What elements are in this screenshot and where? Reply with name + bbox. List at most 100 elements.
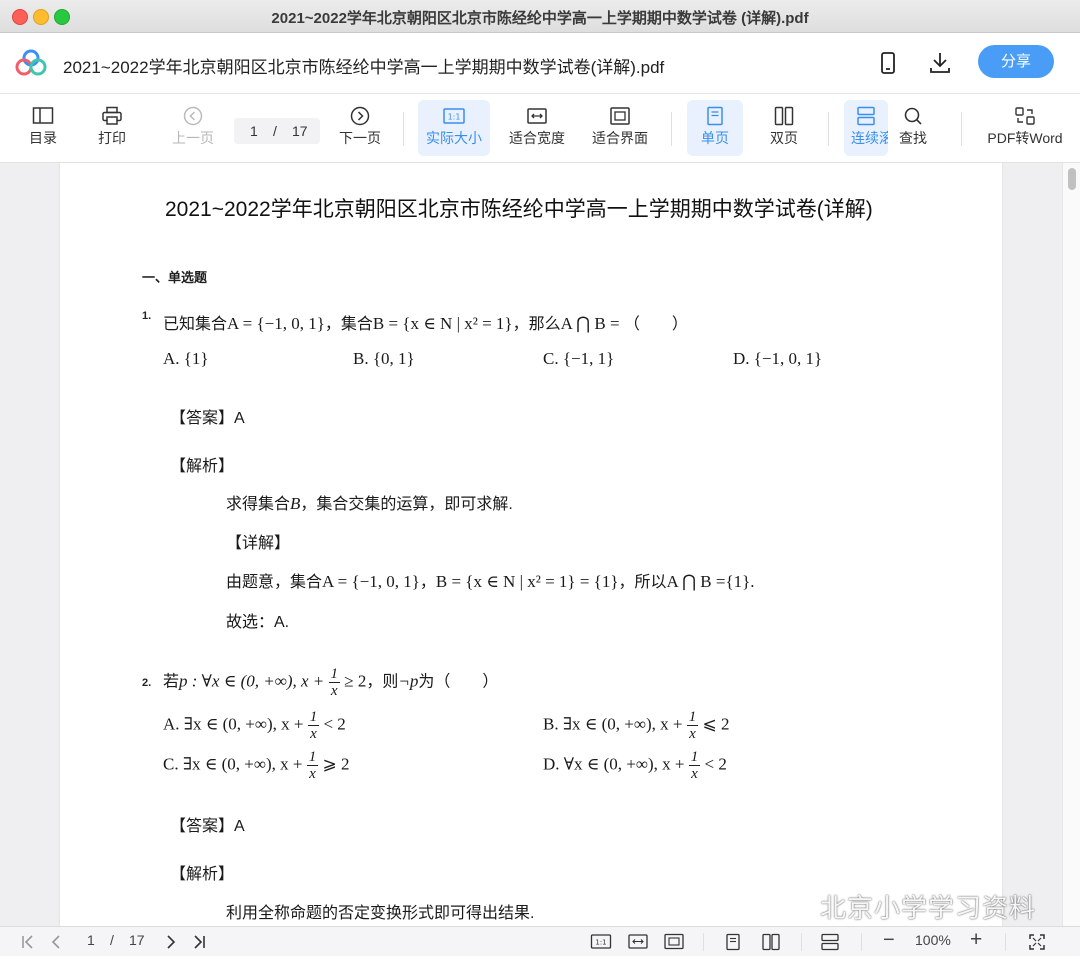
pdf-to-word-label: PDF转Word [987,130,1063,146]
question-number: 1. [142,310,152,322]
double-page-icon[interactable] [761,933,781,951]
question-number: 2. [142,677,152,689]
fullscreen-icon[interactable] [1028,933,1046,951]
chevron-right-icon[interactable] [163,934,179,950]
fraction: 1x [686,709,699,742]
question-2-stem: 若p : ∀x ∈ (0, +∞), x + 1x ≥ 2，则¬p为（ ） [163,666,499,699]
answer: 【答案】A [170,410,245,427]
printer-icon [102,106,122,125]
fit-page-icon [610,107,630,125]
analysis-heading: 【解析】 [170,866,235,883]
option-d: D. ∀x ∈ (0, +∞), x + 1x < 2 [543,749,727,782]
app-logo-icon [14,48,48,78]
toc-button[interactable]: 目录 [20,100,66,156]
double-page-button[interactable]: 双页 [758,100,810,156]
continuous-scroll-button[interactable]: 连续滚 [844,100,888,156]
fraction: 1x [328,666,340,699]
page-number-input[interactable]: 1 / 17 [234,118,320,144]
document-title: 2021~2022学年北京朝阳区北京市陈经纶中学高一上学期期中数学试卷(详解).… [63,58,665,77]
share-button[interactable]: 分享 [978,45,1054,78]
actual-size-button[interactable]: 1:1 实际大小 [418,100,490,156]
option-a: A. ∃x ∈ (0, +∞), x + 1x < 2 [163,709,346,742]
print-button[interactable]: 打印 [89,100,135,156]
convert-icon [1015,107,1035,125]
fit-width-icon[interactable] [627,933,649,950]
option-a: A. {1} [163,349,209,368]
svg-text:1:1: 1:1 [595,939,606,947]
first-page-icon[interactable] [20,934,36,950]
chevron-left-circle-icon [183,106,203,126]
find-button[interactable]: 查找 [888,100,938,156]
next-page-button[interactable]: 下一页 [334,100,386,156]
single-page-icon[interactable] [724,933,742,951]
total-pages: 17 [292,123,308,139]
detail-heading: 【详解】 [226,535,291,552]
actual-size-icon[interactable]: 1:1 [590,933,612,950]
zoom-out-button[interactable]: − [883,929,895,952]
svg-text:1:1: 1:1 [448,113,461,122]
continuous-scroll-icon[interactable] [820,933,840,951]
status-page-separator: / [110,932,114,948]
toc-icon [32,107,54,124]
zoom-level[interactable]: 100% [915,932,951,948]
last-page-icon[interactable] [191,934,207,950]
zoom-in-button[interactable]: + [970,928,982,952]
fit-width-label: 适合宽度 [509,130,565,146]
chevron-left-icon[interactable] [48,934,64,950]
actual-size-icon: 1:1 [443,108,465,124]
option-c: C. ∃x ∈ (0, +∞), x + 1x ⩾ 2 [163,749,350,782]
choose-text: 故选：A. [226,614,290,631]
fit-width-button[interactable]: 适合宽度 [505,100,569,156]
toc-label: 目录 [29,130,57,146]
fit-page-icon[interactable] [663,933,685,950]
download-icon[interactable] [925,48,955,78]
watermark-text: 北京小学学习资料 [820,893,1037,923]
document-viewport[interactable]: 2021~2022学年北京朝阳区北京市陈经纶中学高一上学期期中数学试卷(详解) … [0,163,1080,926]
continuous-scroll-label: 连续滚 [851,130,888,146]
option-d: D. {−1, 0, 1} [733,349,823,368]
status-divider [801,933,802,951]
toolbar: 目录 打印 上一页 1 / 17 下一页 1:1 实际大小 适合宽度 适合界面 … [0,94,1080,163]
question-1-stem: 已知集合A = {−1, 0, 1}，集合B = {x ∈ N | x² = 1… [163,314,688,333]
analysis-text: 求得集合B，集合交集的运算，即可求解. [226,494,513,513]
fit-page-button[interactable]: 适合界面 [588,100,652,156]
detail-text: 由题意，集合A = {−1, 0, 1}，B = {x ∈ N | x² = 1… [226,572,755,591]
pdf-to-word-button[interactable]: PDF转Word [984,100,1066,156]
option-b: B. ∃x ∈ (0, +∞), x + 1x ⩽ 2 [543,709,730,742]
prev-page-button[interactable]: 上一页 [166,100,220,156]
status-bar: 1 / 17 1:1 − 100% + [0,926,1080,956]
status-divider [1005,933,1006,951]
answer: 【答案】A [170,818,245,835]
print-label: 打印 [98,130,126,146]
status-current-page[interactable]: 1 [87,932,95,948]
continuous-scroll-icon [857,106,875,126]
vertical-scrollbar[interactable] [1062,163,1080,926]
double-page-icon [774,106,794,126]
single-page-icon [707,106,723,126]
actual-size-label: 实际大小 [426,130,482,146]
status-total-pages: 17 [129,932,145,948]
pdf-page: 2021~2022学年北京朝阳区北京市陈经纶中学高一上学期期中数学试卷(详解) … [60,163,1002,926]
section-heading: 一、单选题 [142,270,208,285]
fit-width-icon [527,108,547,124]
double-page-label: 双页 [770,130,798,146]
single-page-button[interactable]: 单页 [687,100,743,156]
option-c: C. {−1, 1} [543,349,615,368]
single-page-label: 单页 [701,130,729,146]
scrollbar-thumb[interactable] [1068,168,1076,190]
watermark: 北京小学学习资料 [780,888,1036,925]
status-divider [703,933,704,951]
fraction: 1x [688,749,701,782]
mobile-icon[interactable] [873,48,903,78]
toolbar-divider [961,112,962,146]
fit-page-label: 适合界面 [592,130,648,146]
page-heading: 2021~2022学年北京朝阳区北京市陈经纶中学高一上学期期中数学试卷(详解) [165,198,873,221]
option-b: B. {0, 1} [353,349,415,368]
analysis-text: 利用全称命题的否定变换形式即可得出结果. [226,905,535,922]
fraction: 1x [306,749,319,782]
window-titlebar: 2021~2022学年北京朝阳区北京市陈经纶中学高一上学期期中数学试卷 (详解)… [0,0,1080,33]
analysis-heading: 【解析】 [170,458,235,475]
prev-page-label: 上一页 [172,130,214,146]
page-separator: / [273,123,277,139]
toolbar-divider [403,112,404,146]
